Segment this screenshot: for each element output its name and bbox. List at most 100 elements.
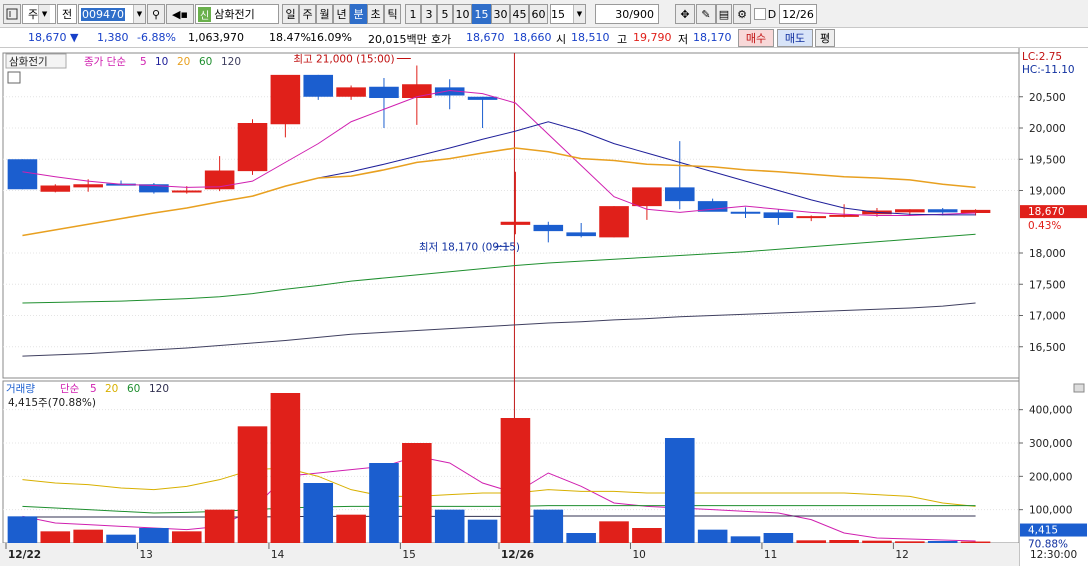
market-combo[interactable]: 주 ▼	[22, 4, 56, 24]
interval-button-1[interactable]: 1	[405, 4, 421, 24]
stock-code-input[interactable]: 009470 ▼	[78, 4, 146, 24]
volume-bar	[862, 540, 892, 543]
volume-bar	[599, 521, 629, 543]
type-combo-value: 전	[61, 8, 73, 21]
hoga-label: 호가	[431, 33, 452, 46]
chevron-down-icon: ▼	[133, 5, 145, 23]
settings-button[interactable]: ⚙	[733, 4, 751, 24]
save-button[interactable]: ▤	[716, 4, 732, 24]
date-check-label: D	[766, 4, 778, 24]
data-count-value: 30/900	[615, 7, 654, 21]
date-input[interactable]: 12/26	[779, 4, 817, 24]
balance-button[interactable]: 평	[815, 29, 835, 47]
data-count[interactable]: 30/900	[595, 4, 659, 24]
volume-legend-ma-60: 60	[127, 383, 140, 395]
volume-tick-label: 100,000	[1029, 505, 1072, 517]
volume-bar	[139, 528, 169, 543]
buy-button-label: 매수	[745, 32, 767, 45]
chart-icon	[6, 8, 18, 20]
price-tick-label: 16,500	[1029, 342, 1066, 354]
quote-bar: 18,670 ▼ 1,380 -6.88% 1,063,970 18.47% 1…	[0, 28, 1088, 48]
candle-body	[566, 232, 596, 237]
high-label: 고	[617, 33, 628, 46]
volume-bar	[73, 529, 103, 543]
interval-button-45[interactable]: 45	[510, 4, 529, 24]
period-button-2[interactable]: 월	[316, 4, 333, 24]
search-button[interactable]: ⚲	[147, 4, 165, 24]
volume-bar	[763, 533, 794, 543]
candle-body	[829, 214, 859, 217]
volume-bar	[895, 541, 925, 543]
interval-button-15[interactable]: 15	[472, 4, 491, 24]
candle-body	[533, 224, 564, 232]
ask-price: 18,670	[466, 31, 505, 44]
price-legend-name: 삼화전기	[9, 56, 48, 68]
volume-bar	[730, 536, 761, 543]
volume-bar	[237, 426, 268, 543]
high-annotation: 최고 21,000 (15:00)	[293, 54, 394, 66]
chart-area[interactable]: 20,500 20,000 19,500 19,000 18,000 17,500 17,0…	[0, 48, 1088, 566]
volume-bar	[697, 529, 728, 543]
volume: 1,063,970	[188, 31, 244, 44]
price-legend-ma-5: 5	[140, 56, 147, 68]
period-button-5[interactable]: 초	[367, 4, 384, 24]
volume-bar	[434, 509, 465, 543]
volume-bar	[270, 393, 301, 543]
volume-current-value: 4,415주(70.88%)	[8, 397, 96, 409]
last-price-value: 18,670	[1028, 206, 1065, 218]
candle-body	[467, 96, 498, 100]
candle-body	[40, 185, 71, 192]
candle-body	[927, 209, 958, 213]
crosshair-button[interactable]: ✥	[675, 4, 695, 24]
turnover-percent: 18.47%	[269, 31, 311, 44]
volume-bar	[533, 509, 564, 543]
volume-bar	[566, 533, 596, 543]
interval-button-30[interactable]: 30	[491, 4, 510, 24]
x-axis-label: 12/26	[501, 549, 534, 561]
speaker-button[interactable]: ◀▪	[166, 4, 194, 24]
volume-bar	[927, 541, 958, 543]
volume-bar	[829, 540, 859, 543]
interval-button-3[interactable]: 3	[421, 4, 437, 24]
candle-body	[960, 209, 991, 213]
buy-button[interactable]: 매수	[738, 29, 774, 47]
candle-body	[402, 84, 432, 98]
type-combo[interactable]: 전	[57, 4, 77, 24]
sell-button[interactable]: 매도	[777, 29, 813, 47]
volume-legend-ma-label: 단순	[60, 383, 80, 395]
candle-body	[500, 221, 531, 225]
low-annotation: 최저 18,170 (09:15)	[419, 241, 520, 253]
percent-2: 16.09%	[310, 31, 352, 44]
table-icon	[7, 71, 21, 84]
price-legend-ma-60: 60	[199, 56, 212, 68]
x-axis-label: 12/22	[8, 549, 41, 561]
period-button-6[interactable]: 틱	[384, 4, 401, 24]
draw-tool-button[interactable]: ✎	[696, 4, 716, 24]
volume-bar	[40, 531, 71, 543]
chart-svg[interactable]: 20,500 20,000 19,500 19,000 18,000 17,500 17,0…	[0, 48, 1088, 566]
period-button-4[interactable]: 분	[350, 4, 367, 24]
period-button-0[interactable]: 일	[282, 4, 299, 24]
volume-tick-label: 400,000	[1029, 405, 1072, 417]
period-button-3[interactable]: 년	[333, 4, 350, 24]
date-checkbox[interactable]	[754, 8, 766, 20]
period-button-1[interactable]: 주	[299, 4, 316, 24]
x-axis-label: 13	[139, 549, 152, 561]
interval-button-60[interactable]: 60	[529, 4, 548, 24]
pencil-icon: ✎	[701, 7, 711, 21]
chart-icon-button[interactable]	[3, 4, 21, 24]
interval-combo-value: 15	[551, 7, 565, 21]
candle-body	[730, 211, 761, 214]
lc-label: LC:2.75	[1022, 51, 1062, 63]
chevron-down-icon: ▼	[573, 5, 585, 23]
interval-button-5[interactable]: 5	[437, 4, 453, 24]
volume-bar	[960, 541, 991, 543]
candle-body	[336, 87, 366, 97]
price-legend-ma-10: 10	[155, 56, 168, 68]
interval-button-10[interactable]: 10	[453, 4, 472, 24]
interval-combo[interactable]: 15 ▼	[550, 4, 586, 24]
volume-legend-ma-20: 20	[105, 383, 118, 395]
volume-bar	[796, 540, 827, 543]
volume-bar	[500, 418, 531, 543]
hc-label: HC:-11.10	[1022, 64, 1075, 76]
